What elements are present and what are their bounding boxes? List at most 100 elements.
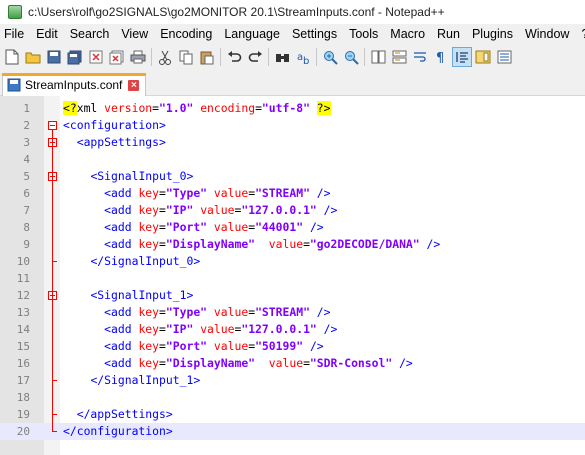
code-line[interactable]: 17 </SignalInput_1> bbox=[0, 372, 585, 389]
fold-toggle-icon[interactable] bbox=[48, 121, 57, 130]
indent-guide-icon[interactable] bbox=[452, 47, 472, 67]
word-wrap-icon[interactable] bbox=[411, 48, 429, 66]
line-number: 7 bbox=[23, 204, 30, 217]
code-line[interactable]: 19 </appSettings> bbox=[0, 406, 585, 423]
line-number: 9 bbox=[23, 238, 30, 251]
line-text: <add key="IP" value="127.0.0.1" /> bbox=[104, 322, 338, 336]
tab-label: StreamInputs.conf bbox=[25, 78, 123, 92]
code-line[interactable]: 6 <add key="Type" value="STREAM" /> bbox=[0, 185, 585, 202]
code-line[interactable]: 3 <appSettings> bbox=[0, 134, 585, 151]
save-all-icon[interactable] bbox=[66, 48, 84, 66]
line-number: 15 bbox=[16, 340, 30, 353]
line-text: <add key="Type" value="STREAM" /> bbox=[104, 305, 331, 319]
line-number: 1 bbox=[23, 102, 30, 115]
new-file-icon[interactable] bbox=[3, 48, 21, 66]
show-all-characters-icon[interactable]: ¶ bbox=[432, 48, 450, 66]
line-text: <appSettings> bbox=[76, 135, 166, 149]
svg-text:¶: ¶ bbox=[436, 51, 444, 64]
line-number: 3 bbox=[23, 136, 30, 149]
code-line[interactable]: 8 <add key="Port" value="44001" /> bbox=[0, 219, 585, 236]
code-line[interactable]: 13 <add key="Type" value="STREAM" /> bbox=[0, 304, 585, 321]
line-text: <add key="Port" value="50199" /> bbox=[104, 339, 324, 353]
document-map-icon[interactable] bbox=[474, 48, 492, 66]
code-line[interactable]: 1 <?xml version="1.0" encoding="utf-8" ?> bbox=[0, 100, 585, 117]
toolbar-separator bbox=[268, 48, 269, 66]
sync-horizontal-icon[interactable] bbox=[390, 48, 408, 66]
save-icon[interactable] bbox=[45, 48, 63, 66]
line-number: 13 bbox=[16, 306, 30, 319]
line-text: <SignalInput_1> bbox=[90, 288, 194, 302]
line-number: 11 bbox=[16, 272, 30, 285]
menu-settings[interactable]: Settings bbox=[286, 24, 343, 44]
tab-bar: StreamInputs.conf × bbox=[0, 70, 585, 96]
paste-icon[interactable] bbox=[198, 48, 216, 66]
line-number: 2 bbox=[23, 119, 30, 132]
close-all-icon[interactable] bbox=[108, 48, 126, 66]
line-text: </configuration> bbox=[63, 424, 173, 438]
line-text: </appSettings> bbox=[76, 407, 173, 421]
zoom-out-icon[interactable] bbox=[342, 48, 360, 66]
code-line[interactable]: 12 <SignalInput_1> bbox=[0, 287, 585, 304]
copy-icon[interactable] bbox=[177, 48, 195, 66]
code-line[interactable]: 15 <add key="Port" value="50199" /> bbox=[0, 338, 585, 355]
code-line[interactable]: 10 </SignalInput_0> bbox=[0, 253, 585, 270]
zoom-in-icon[interactable] bbox=[321, 48, 339, 66]
line-text: <add key="Port" value="44001" /> bbox=[104, 220, 324, 234]
toolbar-separator bbox=[364, 48, 365, 66]
line-text: <SignalInput_0> bbox=[90, 169, 194, 183]
replace-icon[interactable]: ab bbox=[294, 48, 312, 66]
menu-tools[interactable]: Tools bbox=[343, 24, 384, 44]
line-number: 19 bbox=[16, 408, 30, 421]
redo-icon[interactable] bbox=[246, 48, 264, 66]
line-text: <add key="DisplayName" value="SDR-Consol… bbox=[104, 356, 413, 370]
undo-icon[interactable] bbox=[225, 48, 243, 66]
file-icon bbox=[7, 78, 21, 92]
line-text: <add key="Type" value="STREAM" /> bbox=[104, 186, 331, 200]
tab-streaminputs-conf[interactable]: StreamInputs.conf × bbox=[2, 73, 147, 96]
code-line[interactable]: 11 bbox=[0, 270, 585, 287]
code-line[interactable]: 14 <add key="IP" value="127.0.0.1" /> bbox=[0, 321, 585, 338]
menu-language[interactable]: Language bbox=[218, 24, 286, 44]
menu-plugins[interactable]: Plugins bbox=[466, 24, 519, 44]
menu-file[interactable]: File bbox=[0, 24, 30, 44]
menu-view[interactable]: View bbox=[115, 24, 154, 44]
code-line[interactable]: 20 </configuration> bbox=[0, 423, 585, 440]
menu-help[interactable]: ? bbox=[575, 24, 585, 44]
fold-guide-line bbox=[52, 130, 53, 432]
window-title: c:\Users\rolf\go2SIGNALS\go2MONITOR 20.1… bbox=[28, 5, 445, 19]
line-number: 8 bbox=[23, 221, 30, 234]
line-number: 14 bbox=[16, 323, 30, 336]
code-line[interactable]: 16 <add key="DisplayName" value="SDR-Con… bbox=[0, 355, 585, 372]
tab-close-icon[interactable]: × bbox=[128, 79, 140, 91]
code-line[interactable]: 7 <add key="IP" value="127.0.0.1" /> bbox=[0, 202, 585, 219]
menu-macro[interactable]: Macro bbox=[384, 24, 431, 44]
line-number: 17 bbox=[16, 374, 30, 387]
cut-icon[interactable] bbox=[156, 48, 174, 66]
menu-run[interactable]: Run bbox=[431, 24, 466, 44]
code-line[interactable]: 9 <add key="DisplayName" value="go2DECOD… bbox=[0, 236, 585, 253]
sync-vertical-icon[interactable] bbox=[369, 48, 387, 66]
close-file-icon[interactable] bbox=[87, 48, 105, 66]
menu-window[interactable]: Window bbox=[519, 24, 575, 44]
menu-search[interactable]: Search bbox=[64, 24, 116, 44]
print-icon[interactable] bbox=[129, 48, 147, 66]
function-list-icon[interactable] bbox=[495, 48, 513, 66]
svg-text:b: b bbox=[303, 56, 309, 65]
line-text: <add key="DisplayName" value="go2DECODE/… bbox=[104, 237, 441, 251]
code-line[interactable]: 5 <SignalInput_0> bbox=[0, 168, 585, 185]
code-line[interactable]: 2 <configuration> bbox=[0, 117, 585, 134]
find-icon[interactable] bbox=[273, 48, 291, 66]
toolbar: ab ¶ bbox=[0, 44, 585, 70]
line-number: 18 bbox=[16, 391, 30, 404]
menu-encoding[interactable]: Encoding bbox=[154, 24, 218, 44]
text-editor[interactable]: 1 <?xml version="1.0" encoding="utf-8" ?>… bbox=[0, 96, 585, 455]
fold-end-marker bbox=[52, 431, 57, 432]
toolbar-separator bbox=[220, 48, 221, 66]
title-bar: c:\Users\rolf\go2SIGNALS\go2MONITOR 20.1… bbox=[0, 0, 585, 24]
toolbar-separator bbox=[151, 48, 152, 66]
code-line[interactable]: 4 bbox=[0, 151, 585, 168]
code-line[interactable]: 18 bbox=[0, 389, 585, 406]
menu-edit[interactable]: Edit bbox=[30, 24, 64, 44]
open-file-icon[interactable] bbox=[24, 48, 42, 66]
line-number: 16 bbox=[16, 357, 30, 370]
